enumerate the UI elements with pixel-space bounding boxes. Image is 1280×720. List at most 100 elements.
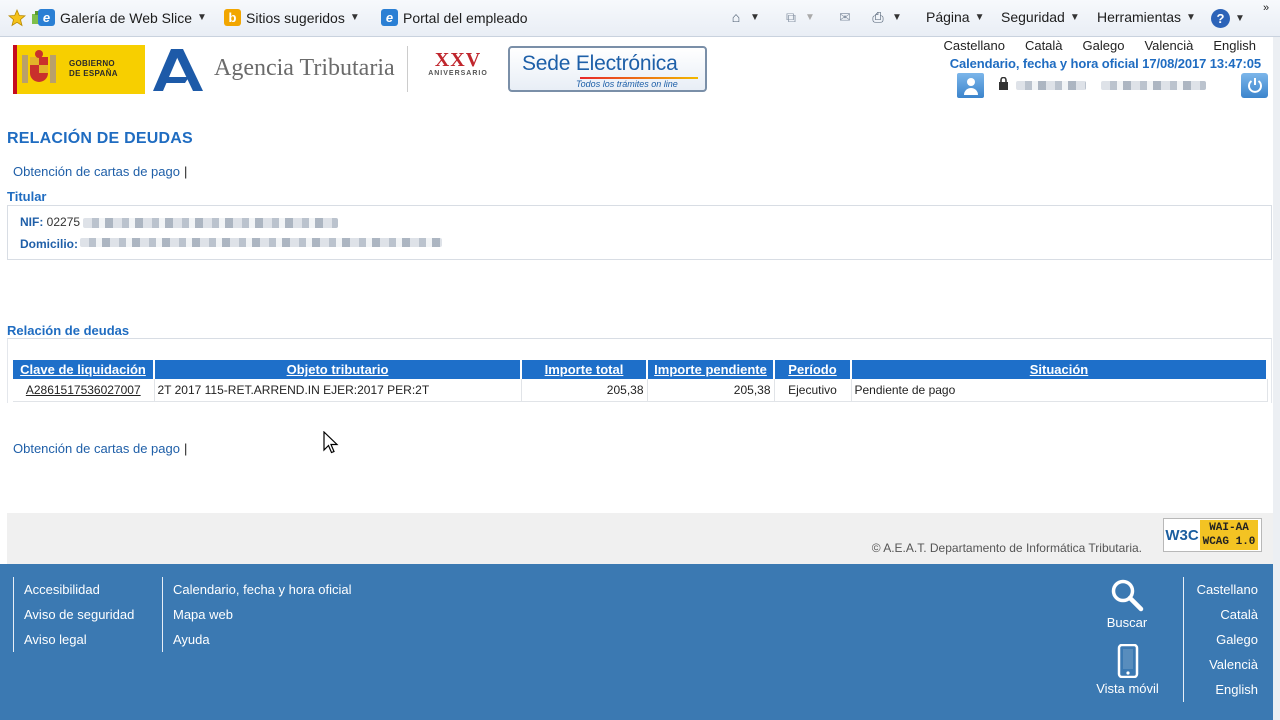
fav-portal-empleado[interactable]: e Portal del empleado bbox=[381, 9, 528, 26]
w3c-wcag-badge[interactable]: W3C WAI-AA WCAG 1.0 bbox=[1163, 518, 1262, 552]
deudas-heading: Relación de deudas bbox=[7, 323, 130, 338]
chevron-down-icon: ▼ bbox=[974, 11, 985, 23]
herramientas-menu[interactable]: Herramientas ▼ bbox=[1097, 9, 1196, 25]
chevron-down-icon[interactable]: ▼ bbox=[750, 12, 760, 23]
clave-liquidacion-link[interactable]: A2861517536027007 bbox=[13, 379, 155, 402]
footer-lang-galego[interactable]: Galego bbox=[1197, 627, 1258, 652]
ie-icon: e bbox=[38, 9, 55, 26]
coat-of-arms-icon bbox=[18, 49, 60, 90]
fav-web-slice[interactable]: e Galería de Web Slice ▼ bbox=[38, 9, 207, 26]
home-button[interactable]: ⌂ ▼ bbox=[727, 9, 760, 26]
col-clave-header[interactable]: Clave de liquidación bbox=[13, 360, 155, 379]
footer-col-2: Calendario, fecha y hora oficial Mapa we… bbox=[173, 577, 352, 652]
footer-link-accesibilidad[interactable]: Accesibilidad bbox=[24, 577, 134, 602]
pagina-menu[interactable]: Página ▼ bbox=[926, 9, 985, 25]
wcag-line2: WCAG 1.0 bbox=[1202, 536, 1256, 548]
power-icon[interactable] bbox=[1241, 73, 1268, 98]
footer-lang-catala[interactable]: Català bbox=[1197, 602, 1258, 627]
redacted-user-id bbox=[1101, 81, 1206, 90]
debts-table: Clave de liquidación Objeto tributario I… bbox=[13, 360, 1268, 402]
lang-galego[interactable]: Galego bbox=[1083, 38, 1125, 53]
footer-lang-valencia[interactable]: Valencià bbox=[1197, 652, 1258, 677]
vertical-scrollbar[interactable] bbox=[1273, 37, 1280, 720]
footer-divider bbox=[13, 577, 14, 652]
w3c-logo: W3C bbox=[1165, 526, 1199, 544]
link-separator: | bbox=[183, 441, 188, 456]
wcag-line1: WAI-AA bbox=[1209, 522, 1249, 534]
fav-sitios-sugeridos[interactable]: b Sitios sugeridos ▼ bbox=[224, 9, 360, 26]
cartas-pago-label[interactable]: Obtención de cartas de pago bbox=[13, 164, 180, 179]
mobile-view-label: Vista móvil bbox=[1096, 681, 1159, 696]
cartas-pago-label[interactable]: Obtención de cartas de pago bbox=[13, 441, 180, 456]
feeds-button[interactable]: ⧉ ▼ bbox=[782, 9, 815, 26]
footer-link-aviso-legal[interactable]: Aviso legal bbox=[24, 627, 134, 652]
language-selector-top: Castellano Català Galego Valencià Englis… bbox=[944, 38, 1256, 53]
col-objeto-header[interactable]: Objeto tributario bbox=[154, 360, 522, 379]
footer-link-mapa-web[interactable]: Mapa web bbox=[173, 602, 352, 627]
col-situacion-header[interactable]: Situación bbox=[851, 360, 1268, 379]
seguridad-menu[interactable]: Seguridad ▼ bbox=[1001, 9, 1080, 25]
bing-icon: b bbox=[224, 9, 241, 26]
footer-lang-english[interactable]: English bbox=[1197, 677, 1258, 702]
footer-link-aviso-seguridad[interactable]: Aviso de seguridad bbox=[24, 602, 134, 627]
footer-divider bbox=[1183, 577, 1184, 702]
table-header-row: Clave de liquidación Objeto tributario I… bbox=[13, 360, 1268, 379]
star-icon bbox=[7, 8, 27, 27]
titular-panel: NIF: 02275 Domicilio: bbox=[7, 205, 1272, 260]
nif-value: 02275 bbox=[46, 215, 81, 229]
lang-valencia[interactable]: Valencià bbox=[1144, 38, 1193, 53]
footer-link-calendario[interactable]: Calendario, fecha y hora oficial bbox=[173, 577, 352, 602]
site-footer: Accesibilidad Aviso de seguridad Aviso l… bbox=[0, 564, 1280, 720]
mobile-phone-icon bbox=[1090, 643, 1165, 681]
double-chevron-icon: » bbox=[1263, 2, 1270, 14]
col-periodo-header[interactable]: Período bbox=[774, 360, 852, 379]
chevron-down-icon[interactable]: ▼ bbox=[197, 12, 207, 23]
footer-mobile-view-button[interactable]: Vista móvil bbox=[1090, 643, 1165, 696]
objeto-tributario-cell: 2T 2017 115-RET.ARREND.IN EJER:2017 PER:… bbox=[154, 379, 522, 402]
situacion-cell: Pendiente de pago bbox=[851, 379, 1268, 402]
home-icon: ⌂ bbox=[731, 9, 741, 25]
footer-link-ayuda[interactable]: Ayuda bbox=[173, 627, 352, 652]
browser-favorites-bar: e Galería de Web Slice ▼ b Sitios sugeri… bbox=[0, 0, 1280, 37]
chevron-down-icon[interactable]: ▼ bbox=[805, 12, 815, 23]
pagina-label: Página bbox=[926, 9, 970, 25]
footer-divider bbox=[162, 577, 163, 652]
agencia-tributaria-logo-icon[interactable] bbox=[151, 47, 205, 93]
redacted-nif bbox=[83, 218, 338, 228]
user-icon[interactable] bbox=[957, 73, 984, 98]
copyright-text: © A.E.A.T. Departamento de Informática T… bbox=[871, 541, 1142, 555]
more-chevron[interactable]: » bbox=[1263, 2, 1269, 14]
table-row: A2861517536027007 2T 2017 115-RET.ARREND… bbox=[13, 379, 1268, 402]
footer-col-1: Accesibilidad Aviso de seguridad Aviso l… bbox=[24, 577, 134, 652]
chevron-down-icon: ▼ bbox=[1235, 13, 1245, 24]
help-icon: ? bbox=[1211, 9, 1230, 28]
cartas-pago-link-bottom[interactable]: Obtención de cartas de pago | bbox=[13, 441, 187, 456]
help-menu[interactable]: ? ▼ bbox=[1211, 9, 1245, 28]
lang-english[interactable]: English bbox=[1213, 38, 1256, 53]
titular-heading: Titular bbox=[7, 189, 47, 204]
lang-castellano[interactable]: Castellano bbox=[944, 38, 1005, 53]
chevron-down-icon[interactable]: ▼ bbox=[892, 12, 902, 23]
mail-button[interactable]: ✉ bbox=[836, 9, 854, 26]
gobierno-espana-logo[interactable]: GOBIERNO DE ESPAÑA bbox=[13, 45, 145, 94]
chevron-down-icon[interactable]: ▼ bbox=[350, 12, 360, 23]
official-datetime-link[interactable]: Calendario, fecha y hora oficial 17/08/2… bbox=[950, 56, 1261, 71]
mouse-cursor-icon bbox=[323, 430, 339, 458]
redacted-domicilio bbox=[80, 238, 442, 247]
footer-search-button[interactable]: Buscar bbox=[1098, 578, 1156, 630]
col-importe-pendiente-header[interactable]: Importe pendiente bbox=[647, 360, 775, 379]
periodo-cell: Ejecutivo bbox=[774, 379, 852, 402]
print-button[interactable]: ⎙ ▼ bbox=[869, 9, 902, 26]
search-icon bbox=[1098, 578, 1156, 615]
flag-strip bbox=[13, 45, 17, 94]
herramientas-label: Herramientas bbox=[1097, 9, 1182, 25]
lang-catala[interactable]: Català bbox=[1025, 38, 1063, 53]
anniversary-logo: XXV ANIVERSARIO bbox=[418, 50, 498, 90]
footer-lang-castellano[interactable]: Castellano bbox=[1197, 577, 1258, 602]
cartas-pago-link-top[interactable]: Obtención de cartas de pago | bbox=[13, 164, 187, 179]
chevron-down-icon: ▼ bbox=[1186, 11, 1196, 23]
sede-electronica-button[interactable]: Sede Electrónica Todos los trámites on l… bbox=[508, 46, 707, 92]
ie-icon: e bbox=[381, 9, 398, 26]
anniversary-numeral: XXV bbox=[434, 49, 482, 71]
col-importe-total-header[interactable]: Importe total bbox=[521, 360, 648, 379]
